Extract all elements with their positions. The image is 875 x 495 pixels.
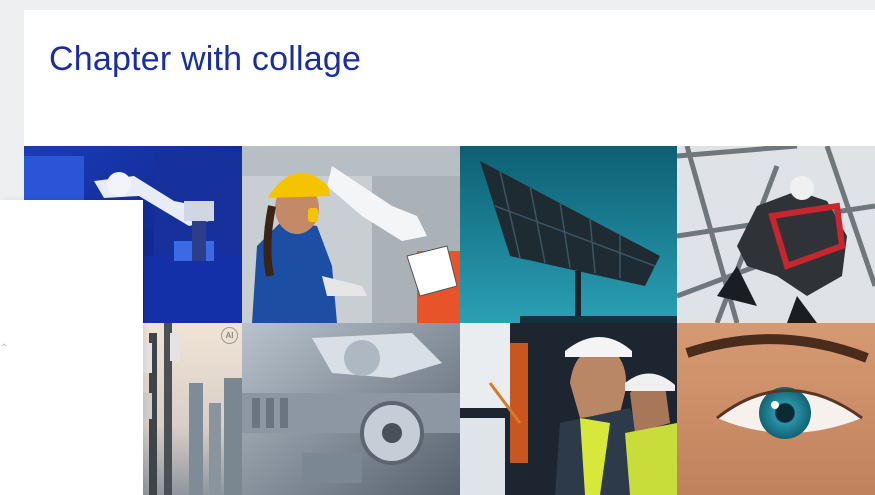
ai-generated-badge: AI: [221, 327, 238, 344]
caret-up-icon[interactable]: ⌃: [0, 344, 8, 354]
engineers-monitor-image-icon: [460, 323, 677, 495]
collage-tile-worker[interactable]: [242, 146, 460, 323]
collage-tile-eye[interactable]: [677, 323, 875, 495]
slide-title[interactable]: Chapter with collage: [49, 40, 361, 79]
solar-panel-image-icon: [460, 146, 677, 323]
eye-closeup-image-icon: [677, 323, 875, 495]
tower-climber-image-icon: [677, 146, 875, 323]
collage-tile-machinery[interactable]: [242, 323, 460, 495]
machinery-parts-image-icon: [242, 323, 460, 495]
collage-tile-tower-climber[interactable]: [677, 146, 875, 323]
image-collage: AI: [24, 146, 875, 495]
slide-canvas: Chapter with collage AI: [24, 10, 875, 495]
worker-hardhat-image-icon: [242, 146, 460, 323]
collage-tile-engineers[interactable]: [460, 323, 677, 495]
collage-tile-solar-panel[interactable]: [460, 146, 677, 323]
side-panel-overlay: [0, 200, 143, 495]
